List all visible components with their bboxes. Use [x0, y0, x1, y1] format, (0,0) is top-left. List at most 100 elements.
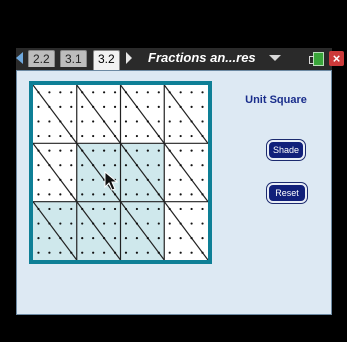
grid-dot [157, 164, 160, 167]
grid-dot [48, 91, 51, 94]
grid-dot [135, 178, 139, 181]
grid-dot [179, 207, 182, 211]
grid-dot [59, 120, 62, 123]
grid-dot [124, 164, 128, 167]
grid-dot [168, 91, 171, 94]
grid-dot [201, 251, 204, 254]
chevron-down-icon[interactable] [269, 55, 281, 61]
grid-dot [48, 207, 51, 211]
grid-dot [146, 134, 149, 138]
grid-dot [168, 120, 171, 123]
tab-3-1[interactable]: 3.1 [60, 50, 87, 67]
grid-dot [146, 237, 149, 240]
grid-dot [135, 237, 139, 240]
grid-dot [157, 105, 160, 108]
left-arrow-icon[interactable] [16, 52, 23, 64]
grid-dot [168, 149, 171, 152]
grid-dot [81, 193, 84, 196]
grid-dot [48, 251, 51, 254]
close-icon[interactable]: × [329, 51, 344, 66]
grid-dot [48, 149, 51, 152]
grid-dot [201, 120, 204, 123]
grid-dot [157, 207, 160, 211]
grid-dot [113, 222, 117, 225]
grid-dot [81, 91, 84, 94]
grid-dot [59, 178, 62, 181]
grid-dot [190, 134, 193, 138]
grid-dot [157, 251, 160, 254]
unit-square-grid [29, 81, 212, 264]
grid-dot [37, 91, 40, 94]
grid-dot [59, 251, 62, 254]
right-arrow-icon[interactable] [126, 52, 132, 64]
grid-dot [146, 222, 149, 225]
grid-dot [168, 178, 171, 181]
shade-button[interactable]: Shade [267, 140, 305, 160]
grid-dot [124, 120, 128, 123]
grid-dot [70, 120, 73, 123]
grid-dot [48, 193, 51, 196]
grid-dot [48, 134, 51, 138]
grid-dot [102, 222, 106, 225]
grid-dot [113, 251, 117, 254]
grid-dot [37, 222, 40, 225]
grid-dot [201, 222, 204, 225]
grid-dot [59, 237, 62, 240]
grid-dot [70, 207, 73, 211]
grid-dot [59, 207, 62, 211]
grid-dot [92, 149, 95, 152]
grid-dot [92, 120, 95, 123]
grid-dot [179, 178, 182, 181]
battery-icon [309, 52, 324, 66]
grid-dot [201, 193, 204, 196]
document-title[interactable]: Fractions an...res [148, 49, 256, 67]
grid-dot [59, 105, 62, 108]
grid-dot [113, 164, 117, 167]
grid-dot [179, 193, 182, 196]
grid-dot [37, 164, 40, 167]
grid-dot [81, 251, 84, 254]
reset-button[interactable]: Reset [267, 183, 307, 203]
grid-dot [70, 91, 73, 94]
grid-dot [135, 251, 139, 254]
grid-dot [157, 193, 160, 196]
grid-dot [124, 237, 128, 240]
grid-dot [190, 251, 193, 254]
grid-dot [168, 207, 171, 211]
grid-dot [146, 207, 149, 211]
grid-dot [113, 105, 117, 108]
grid-dot [157, 134, 160, 138]
grid-dot [190, 237, 193, 240]
grid-dot [81, 222, 84, 225]
grid-dot [70, 237, 73, 240]
grid-dot [37, 178, 40, 181]
grid-dot [48, 237, 51, 240]
grid-dot [124, 251, 128, 254]
grid-dot [168, 222, 171, 225]
grid-dot [124, 105, 128, 108]
grid-dot [146, 164, 149, 167]
grid-dot [190, 105, 193, 108]
grid-dot [157, 222, 160, 225]
grid-drawing[interactable] [33, 85, 208, 260]
grid-dot [179, 120, 182, 123]
grid-dot [135, 91, 139, 94]
cell-diagonal [120, 85, 165, 144]
tab-2-2[interactable]: 2.2 [28, 50, 55, 67]
tab-3-2[interactable]: 3.2 [93, 50, 120, 70]
grid-dot [102, 91, 106, 94]
cell-diagonal [33, 85, 78, 144]
grid-dot [157, 178, 160, 181]
grid-dot [135, 134, 139, 138]
workspace: Unit Square Shade Reset [16, 70, 332, 315]
grid-dot [146, 91, 149, 94]
unit-square-title: Unit Square [245, 94, 307, 106]
grid-dot [59, 134, 62, 138]
grid-dot [48, 164, 51, 167]
grid-dot [146, 105, 149, 108]
grid-dot [37, 105, 40, 108]
grid-dot [70, 222, 73, 225]
grid-dot [190, 193, 193, 196]
grid-dot [48, 120, 51, 123]
grid-dot [102, 193, 106, 196]
